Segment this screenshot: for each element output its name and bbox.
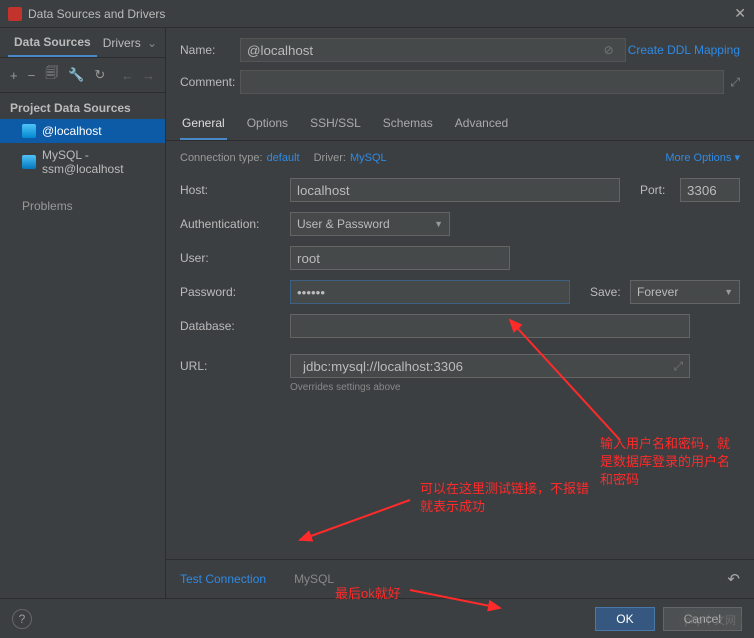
app-icon <box>8 7 22 21</box>
help-icon[interactable]: ? <box>12 609 32 629</box>
user-input[interactable] <box>290 246 510 270</box>
driver-value[interactable]: MySQL <box>350 152 387 164</box>
conn-type-value[interactable]: default <box>267 152 300 164</box>
port-input[interactable] <box>680 178 740 202</box>
conn-type-label: Connection type: <box>180 152 263 164</box>
host-input[interactable] <box>290 178 620 202</box>
expand-icon[interactable]: ⤢ <box>673 359 683 374</box>
password-label: Password: <box>180 285 290 299</box>
more-options-link[interactable]: More Options ▾ <box>665 151 740 164</box>
refresh-icon[interactable]: ↻ <box>94 67 105 83</box>
dialog-footer: ? OK Cancel <box>0 598 754 638</box>
data-source-item[interactable]: @localhost <box>0 119 165 143</box>
test-connection-link[interactable]: Test Connection <box>180 572 266 586</box>
section-label: Project Data Sources <box>0 93 165 119</box>
ok-button[interactable]: OK <box>595 607 654 631</box>
expand-icon[interactable]: ⤢ <box>730 75 740 90</box>
close-icon[interactable]: ✕ <box>734 5 746 22</box>
host-label: Host: <box>180 183 290 197</box>
auth-select[interactable]: User & Password ▼ <box>290 212 450 236</box>
chevron-down-icon[interactable]: ⌄ <box>147 36 157 50</box>
user-label: User: <box>180 251 290 265</box>
comment-label: Comment: <box>180 75 240 89</box>
add-icon[interactable]: + <box>10 68 18 83</box>
name-input[interactable] <box>240 38 626 62</box>
tab-general[interactable]: General <box>180 110 227 140</box>
database-icon <box>22 124 36 138</box>
data-source-item[interactable]: MySQL - ssm@localhost <box>0 143 165 181</box>
problems-item[interactable]: Problems <box>0 191 165 221</box>
auth-value: User & Password <box>297 217 390 231</box>
url-input[interactable] <box>297 354 673 378</box>
auth-label: Authentication: <box>180 217 290 231</box>
copy-icon[interactable]: 🗐 <box>45 64 58 86</box>
chevron-down-icon: ▼ <box>434 219 443 229</box>
nav-back-icon[interactable]: ← <box>121 68 134 83</box>
password-input[interactable] <box>290 280 570 304</box>
database-input[interactable] <box>290 314 690 338</box>
create-ddl-link[interactable]: Create DDL Mapping <box>628 43 740 57</box>
save-value: Forever <box>637 285 678 299</box>
database-icon <box>22 155 36 169</box>
save-select[interactable]: Forever ▼ <box>630 280 740 304</box>
window-title: Data Sources and Drivers <box>28 7 734 21</box>
save-label: Save: <box>590 285 630 299</box>
reset-icon[interactable]: ↶ <box>727 570 740 588</box>
nav-fwd-icon[interactable]: → <box>142 68 155 83</box>
database-label: Database: <box>180 319 290 333</box>
tab-ssh-ssl[interactable]: SSH/SSL <box>308 110 363 140</box>
tab-advanced[interactable]: Advanced <box>453 110 510 140</box>
tab-schemas[interactable]: Schemas <box>381 110 435 140</box>
comment-input[interactable] <box>240 70 724 94</box>
left-panel: Data Sources Drivers ⌄ + − 🗐 🔧 ↻ ← → Pro… <box>0 28 166 598</box>
wrench-icon[interactable]: 🔧 <box>68 67 84 83</box>
data-source-label: @localhost <box>42 124 102 138</box>
name-label: Name: <box>180 43 240 57</box>
driver-label: Driver: <box>314 152 346 164</box>
tab-drivers[interactable]: Drivers <box>97 30 147 56</box>
right-panel: Name: ⊘ Create DDL Mapping Comment: ⤢ Ge… <box>166 28 754 598</box>
tab-data-sources[interactable]: Data Sources <box>8 29 97 57</box>
cancel-button[interactable]: Cancel <box>663 607 742 631</box>
driver-link[interactable]: MySQL <box>294 572 334 586</box>
url-hint: Overrides settings above <box>290 382 740 393</box>
clear-icon[interactable]: ⊘ <box>604 43 614 57</box>
data-source-label: MySQL - ssm@localhost <box>42 148 155 176</box>
url-label: URL: <box>180 359 290 373</box>
tab-options[interactable]: Options <box>245 110 290 140</box>
title-bar: Data Sources and Drivers ✕ <box>0 0 754 28</box>
chevron-down-icon: ▼ <box>724 287 733 297</box>
port-label: Port: <box>640 183 680 197</box>
remove-icon[interactable]: − <box>28 68 36 83</box>
